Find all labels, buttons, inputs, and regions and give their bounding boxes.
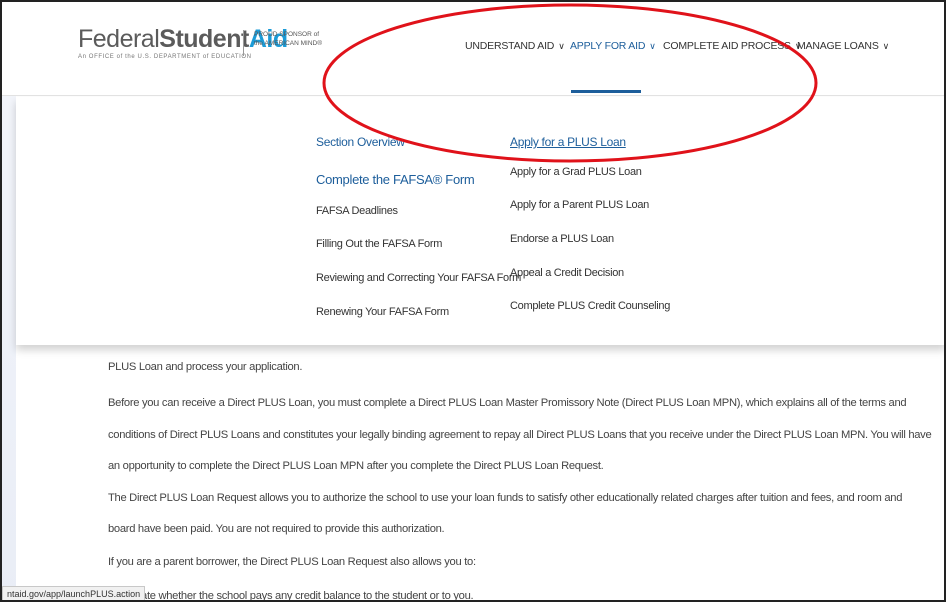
dropdown-link-renewing-fafsa[interactable]: Renewing Your FAFSA Form <box>316 306 449 318</box>
dropdown-link-endorse-plus-loan[interactable]: Endorse a PLUS Loan <box>510 233 614 245</box>
site-header: FederalStudentAid An OFFICE of the U.S. … <box>0 0 946 96</box>
content-line: Designate whether the school pays any cr… <box>108 590 474 602</box>
dropdown-link-grad-plus-loan[interactable]: Apply for a Grad PLUS Loan <box>510 166 642 178</box>
content-line: PLUS Loan and process your application. <box>108 361 303 373</box>
chevron-down-icon: ∨ <box>882 41 890 51</box>
dropdown-link-filling-out-fafsa[interactable]: Filling Out the FAFSA Form <box>316 238 442 250</box>
content-line: board have been paid. You are not requir… <box>108 523 445 535</box>
nav-manage-loans[interactable]: MANAGE LOANS ∨ <box>797 40 889 52</box>
dropdown-link-section-overview[interactable]: Section Overview <box>316 135 405 149</box>
content-line: Before you can receive a Direct PLUS Loa… <box>108 397 907 409</box>
dropdown-link-apply-plus-loan[interactable]: Apply for a PLUS Loan <box>510 135 626 149</box>
dropdown-link-plus-credit-counseling[interactable]: Complete PLUS Credit Counseling <box>510 300 670 312</box>
main-nav: UNDERSTAND AID ∨ APPLY FOR AID ∨ COMPLETE … <box>0 40 946 60</box>
content-line: an opportunity to complete the Direct PL… <box>108 460 604 472</box>
dropdown-link-appeal-credit-decision[interactable]: Appeal a Credit Decision <box>510 267 624 279</box>
dropdown-link-reviewing-correcting-fafsa[interactable]: Reviewing and Correcting Your FAFSA Form <box>316 272 521 284</box>
nav-understand-aid[interactable]: UNDERSTAND AID ∨ <box>465 40 565 52</box>
chevron-down-icon: ∨ <box>649 41 656 51</box>
apply-for-aid-dropdown: Section Overview Complete the FAFSA® For… <box>16 97 946 345</box>
active-nav-indicator <box>571 90 641 93</box>
dropdown-link-complete-fafsa[interactable]: Complete the FAFSA® Form <box>316 172 475 187</box>
dropdown-link-fafsa-deadlines[interactable]: FAFSA Deadlines <box>316 205 398 217</box>
nav-complete-aid-process[interactable]: COMPLETE AID PROCESS ∨ <box>663 40 801 52</box>
content-line: The Direct PLUS Loan Request allows you … <box>108 492 903 504</box>
content-line: If you are a parent borrower, the Direct… <box>108 556 476 568</box>
nav-apply-for-aid[interactable]: APPLY FOR AID ∨ <box>570 40 656 52</box>
content-line: conditions of Direct PLUS Loans and cons… <box>108 429 932 441</box>
dropdown-link-parent-plus-loan[interactable]: Apply for a Parent PLUS Loan <box>510 199 649 211</box>
browser-status-url: ntaid.gov/app/launchPLUS.action <box>2 586 146 602</box>
chevron-down-icon: ∨ <box>558 41 565 51</box>
